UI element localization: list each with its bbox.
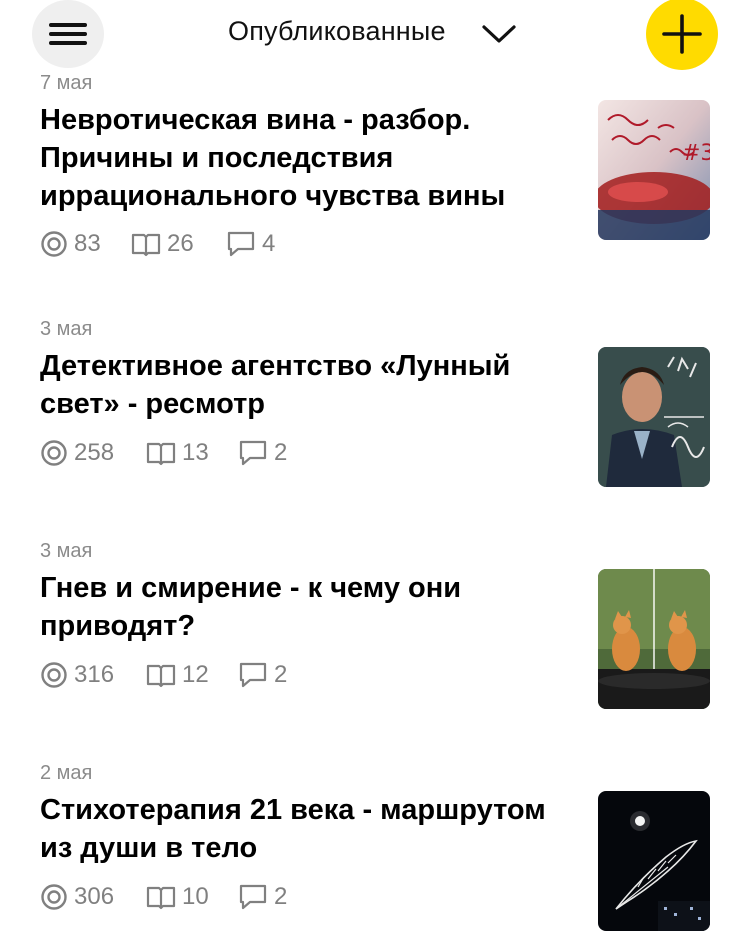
hamburger-menu-icon [49, 41, 87, 45]
reads-stat: 26 [131, 229, 194, 259]
comments-stat: 4 [226, 229, 275, 259]
views-stat: 258 [40, 438, 114, 468]
book-icon [146, 886, 176, 910]
comment-icon [227, 231, 255, 257]
add-publication-button[interactable] [646, 0, 718, 70]
views-icon [41, 231, 67, 257]
article-thumbnail[interactable] [598, 569, 710, 709]
top-bar: Опубликованные [0, 0, 750, 72]
article-thumbnail[interactable]: #3 [598, 100, 710, 240]
man-in-suit-tv-still-image [598, 347, 710, 487]
reads-count: 10 [182, 883, 209, 910]
views-icon [41, 440, 67, 466]
articles-feed[interactable]: 7 мая Невротическая вина - разбор. Причи… [0, 0, 750, 940]
comments-count: 2 [274, 661, 288, 688]
reads-count: 26 [167, 230, 194, 257]
plus-icon [662, 14, 702, 54]
reads-count: 12 [182, 661, 209, 688]
comments-stat: 2 [238, 438, 287, 468]
article-title[interactable]: Стихотерапия 21 века - маршрутом из души… [40, 791, 570, 867]
article-title[interactable]: Детективное агентство «Лунный свет» - ре… [40, 347, 570, 423]
reads-stat: 12 [146, 660, 209, 690]
comments-count: 2 [274, 883, 288, 910]
views-stat: 83 [40, 229, 101, 259]
handwritten-note-wine-glass-image: #3 [598, 100, 710, 240]
views-count: 306 [74, 883, 115, 910]
article-title[interactable]: Невротическая вина - разбор. Причины и п… [40, 101, 570, 215]
comments-count: 4 [262, 230, 276, 257]
book-icon [146, 664, 176, 688]
comments-stat: 2 [238, 882, 287, 912]
menu-button[interactable] [32, 0, 104, 68]
article-date: 3 мая [40, 318, 93, 340]
comments-count: 2 [274, 439, 288, 466]
filter-title[interactable]: Опубликованные [228, 16, 446, 47]
app-screen: 7 мая Невротическая вина - разбор. Причи… [0, 0, 750, 940]
article-thumbnail[interactable] [598, 791, 710, 931]
views-count: 258 [74, 439, 115, 466]
comment-icon [239, 440, 267, 466]
svg-text:#3: #3 [682, 141, 710, 166]
comments-stat: 2 [238, 660, 287, 690]
night-moon-feather-image [598, 791, 710, 931]
views-icon [41, 884, 67, 910]
reads-stat: 10 [146, 882, 209, 912]
comment-icon [239, 662, 267, 688]
views-count: 83 [74, 230, 101, 257]
book-icon [131, 233, 161, 257]
chevron-down-icon[interactable] [481, 22, 517, 46]
comment-icon [239, 884, 267, 910]
hamburger-menu-icon [49, 23, 87, 27]
views-icon [41, 662, 67, 688]
article-date: 2 мая [40, 762, 93, 784]
article-date: 3 мая [40, 540, 93, 562]
two-ginger-cats-image [598, 569, 710, 709]
article-title[interactable]: Гнев и смирение - к чему они приводят? [40, 569, 570, 645]
hamburger-menu-icon [49, 32, 87, 36]
views-stat: 306 [40, 882, 114, 912]
reads-count: 13 [182, 439, 209, 466]
book-icon [146, 442, 176, 466]
views-stat: 316 [40, 660, 114, 690]
reads-stat: 13 [146, 438, 209, 468]
views-count: 316 [74, 661, 115, 688]
article-thumbnail[interactable] [598, 347, 710, 487]
article-date: 7 мая [40, 72, 93, 94]
